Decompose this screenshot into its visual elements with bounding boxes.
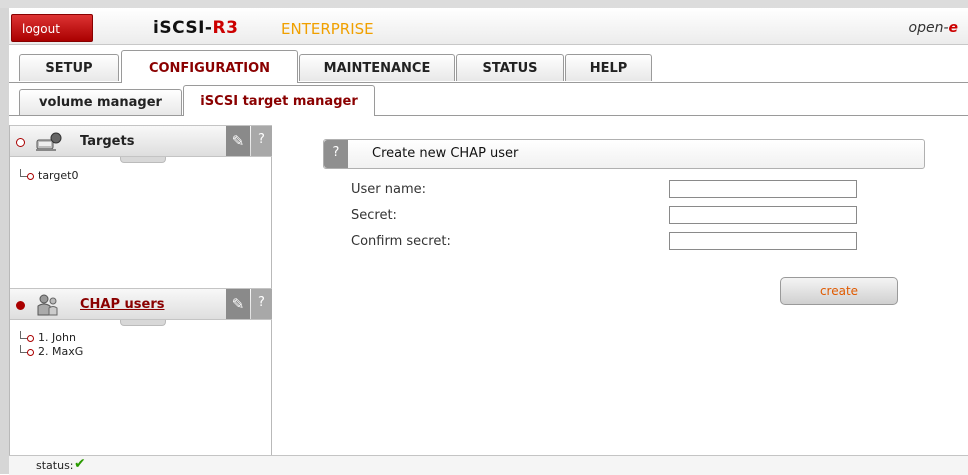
subtab-iscsi-target-manager[interactable]: iSCSI target manager: [183, 85, 375, 116]
confirm-secret-label: Confirm secret:: [351, 234, 451, 249]
username-label: User name:: [351, 182, 427, 197]
main-content: ? Create new CHAP user User name: Secret…: [274, 125, 968, 455]
status-label: status:: [36, 459, 74, 472]
chap-bullet-icon: [16, 301, 25, 310]
tree-node-icon: [27, 349, 34, 356]
tab-maintenance[interactable]: MAINTENANCE: [299, 54, 455, 81]
form-title: Create new CHAP user: [372, 146, 519, 161]
chap-wrench-icon[interactable]: ✎: [226, 289, 250, 319]
tree-node-icon: [27, 173, 34, 180]
vendor-e: e: [948, 20, 959, 36]
targets-bullet-icon: [16, 138, 25, 147]
product-edition: ENTERPRISE: [281, 20, 374, 38]
tree-node-icon: [27, 335, 34, 342]
targets-icon: [36, 132, 62, 151]
product-logo: iSCSI-R3: [153, 18, 238, 38]
targets-panel-title: Targets: [80, 134, 135, 149]
tree-item-john[interactable]: 1. John: [20, 331, 83, 345]
checkmark-icon: ✔: [74, 456, 86, 472]
create-button[interactable]: create: [780, 277, 898, 305]
target-label: target0: [38, 169, 79, 182]
top-strip: [0, 0, 968, 8]
targets-tree: target0: [20, 169, 78, 183]
status-bar: status: ✔: [9, 455, 968, 475]
chap-user-label: 1. John: [38, 331, 76, 344]
tab-help[interactable]: HELP: [565, 54, 652, 81]
chap-panel-title[interactable]: CHAP users: [80, 297, 165, 312]
targets-help-button[interactable]: ?: [251, 126, 272, 156]
tab-configuration[interactable]: CONFIGURATION: [121, 50, 298, 83]
chap-panel-header[interactable]: CHAP users ✎ ?: [10, 288, 272, 320]
chap-tree: 1. John 2. MaxG: [20, 331, 83, 359]
targets-grip-handle[interactable]: [120, 157, 166, 163]
app-header: logout iSCSI-R3 ENTERPRISE open-e: [9, 8, 968, 45]
chap-user-label: 2. MaxG: [38, 345, 84, 358]
vendor-name: open-: [908, 20, 949, 36]
main-tabs: SETUP CONFIGURATION MAINTENANCE STATUS H…: [9, 50, 968, 83]
vendor-logo: open-e: [909, 20, 959, 36]
sub-tabs: volume manager iSCSI target manager: [9, 85, 968, 116]
logout-button[interactable]: logout: [11, 14, 93, 42]
subtab-volume-manager[interactable]: volume manager: [19, 89, 182, 115]
targets-wrench-icon[interactable]: ✎: [226, 126, 250, 156]
tree-item-target0[interactable]: target0: [20, 169, 78, 183]
users-icon: [37, 294, 58, 316]
form-help-button[interactable]: ?: [324, 140, 348, 168]
targets-panel-header[interactable]: Targets ✎ ?: [10, 125, 272, 157]
secret-label: Secret:: [351, 208, 397, 223]
left-panel: Targets ✎ ? target0 CHAP users ✎ ? 1. Jo…: [9, 125, 272, 455]
tree-item-maxg[interactable]: 2. MaxG: [20, 345, 83, 359]
confirm-secret-input[interactable]: [669, 232, 857, 250]
tab-status[interactable]: STATUS: [456, 54, 564, 81]
form-header: ? Create new CHAP user: [323, 139, 925, 169]
tab-setup[interactable]: SETUP: [19, 54, 119, 81]
chap-grip-handle[interactable]: [120, 320, 166, 326]
chap-help-button[interactable]: ?: [251, 289, 272, 319]
product-version: R3: [212, 18, 239, 38]
product-name: iSCSI-: [153, 18, 213, 38]
username-input[interactable]: [669, 180, 857, 198]
secret-input[interactable]: [669, 206, 857, 224]
